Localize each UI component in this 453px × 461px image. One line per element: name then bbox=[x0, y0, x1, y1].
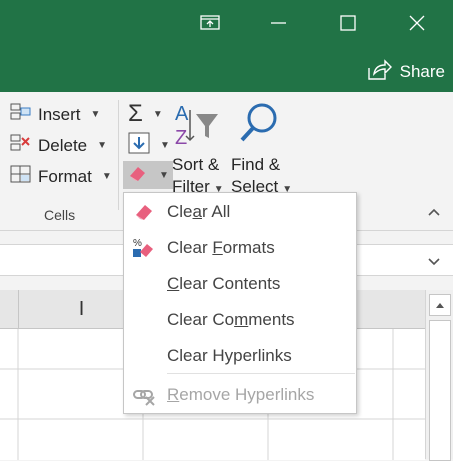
sort-az-icon: AZ bbox=[172, 100, 222, 153]
eraser-icon bbox=[127, 163, 149, 188]
scroll-up-icon[interactable] bbox=[429, 294, 451, 316]
eraser-icon bbox=[132, 200, 156, 224]
share-icon bbox=[366, 58, 392, 87]
format-button[interactable]: Format ▼ bbox=[10, 164, 112, 189]
chevron-down-icon: ▼ bbox=[90, 109, 101, 120]
chevron-down-icon: ▼ bbox=[101, 171, 112, 182]
menu-item-clear-hyperlinks[interactable]: Clear Hyperlinks bbox=[124, 339, 356, 373]
svg-text:%: % bbox=[133, 238, 142, 249]
format-label: Format bbox=[38, 166, 92, 186]
share-button[interactable]: Share bbox=[366, 58, 445, 86]
menu-item-label: Clear Contents bbox=[167, 274, 281, 293]
magnifier-icon bbox=[237, 100, 279, 153]
insert-cells-icon bbox=[10, 102, 32, 127]
minimize-icon[interactable] bbox=[263, 8, 293, 38]
menu-item-label: Remove Hyperlinks bbox=[167, 385, 315, 404]
share-label: Share bbox=[399, 62, 445, 81]
find-select-button[interactable]: Find & Select ▼ bbox=[231, 100, 292, 197]
remove-hyperlink-icon bbox=[132, 383, 156, 407]
title-bar: Share bbox=[0, 0, 453, 92]
chevron-down-icon: ▼ bbox=[159, 169, 169, 181]
menu-item-label: Clear Hyperlinks bbox=[167, 346, 292, 365]
sort-filter-button[interactable]: AZ Sort & Filter ▼ bbox=[172, 100, 224, 197]
column-letter: I bbox=[78, 297, 85, 320]
fill-button[interactable]: ▼ bbox=[128, 132, 170, 159]
expand-formula-icon[interactable] bbox=[427, 254, 441, 272]
restore-ribbon-icon[interactable] bbox=[195, 8, 225, 38]
menu-item-clear-formats[interactable]: % Clear Formats bbox=[124, 231, 356, 265]
insert-button[interactable]: Insert ▼ bbox=[10, 102, 100, 127]
clear-formats-icon: % bbox=[132, 236, 156, 260]
cells-group-label: Cells bbox=[44, 207, 76, 223]
collapse-ribbon-icon[interactable] bbox=[427, 205, 441, 220]
svg-text:Z: Z bbox=[175, 127, 187, 148]
vertical-scrollbar[interactable] bbox=[425, 290, 453, 461]
menu-divider bbox=[167, 373, 355, 374]
autosum-button[interactable]: Σ ▼ bbox=[128, 100, 163, 128]
delete-cells-icon bbox=[10, 133, 32, 158]
sigma-icon: Σ bbox=[128, 100, 143, 127]
menu-item-remove-hyperlinks: Remove Hyperlinks bbox=[124, 378, 356, 412]
svg-text:A: A bbox=[175, 103, 189, 125]
chevron-down-icon: ▼ bbox=[160, 140, 170, 151]
delete-button[interactable]: Delete ▼ bbox=[10, 133, 107, 158]
menu-item-clear-contents[interactable]: Clear Contents bbox=[124, 267, 356, 301]
menu-item-label: Clear Formats bbox=[167, 238, 275, 257]
menu-item-label: Clear Comments bbox=[167, 310, 295, 329]
group-separator bbox=[118, 100, 119, 210]
delete-label: Delete bbox=[38, 135, 88, 155]
find-select-label-1: Find & bbox=[231, 155, 281, 174]
chevron-down-icon: ▼ bbox=[152, 108, 163, 120]
close-icon[interactable] bbox=[402, 8, 432, 38]
sort-filter-label-1: Sort & bbox=[172, 155, 220, 174]
maximize-icon[interactable] bbox=[333, 8, 363, 38]
menu-item-label: Clear All bbox=[167, 202, 231, 221]
fill-down-icon bbox=[128, 132, 150, 159]
clear-dropdown-menu: Clear All % Clear Formats Clear Contents… bbox=[123, 192, 357, 414]
format-cells-icon bbox=[10, 164, 32, 189]
scroll-thumb[interactable] bbox=[429, 320, 451, 461]
menu-item-clear-all[interactable]: Clear All bbox=[124, 195, 356, 229]
insert-label: Insert bbox=[38, 104, 81, 124]
chevron-down-icon: ▼ bbox=[97, 140, 108, 151]
menu-item-clear-comments[interactable]: Clear Comments bbox=[124, 303, 356, 337]
clear-button[interactable]: ▼ bbox=[123, 161, 173, 189]
